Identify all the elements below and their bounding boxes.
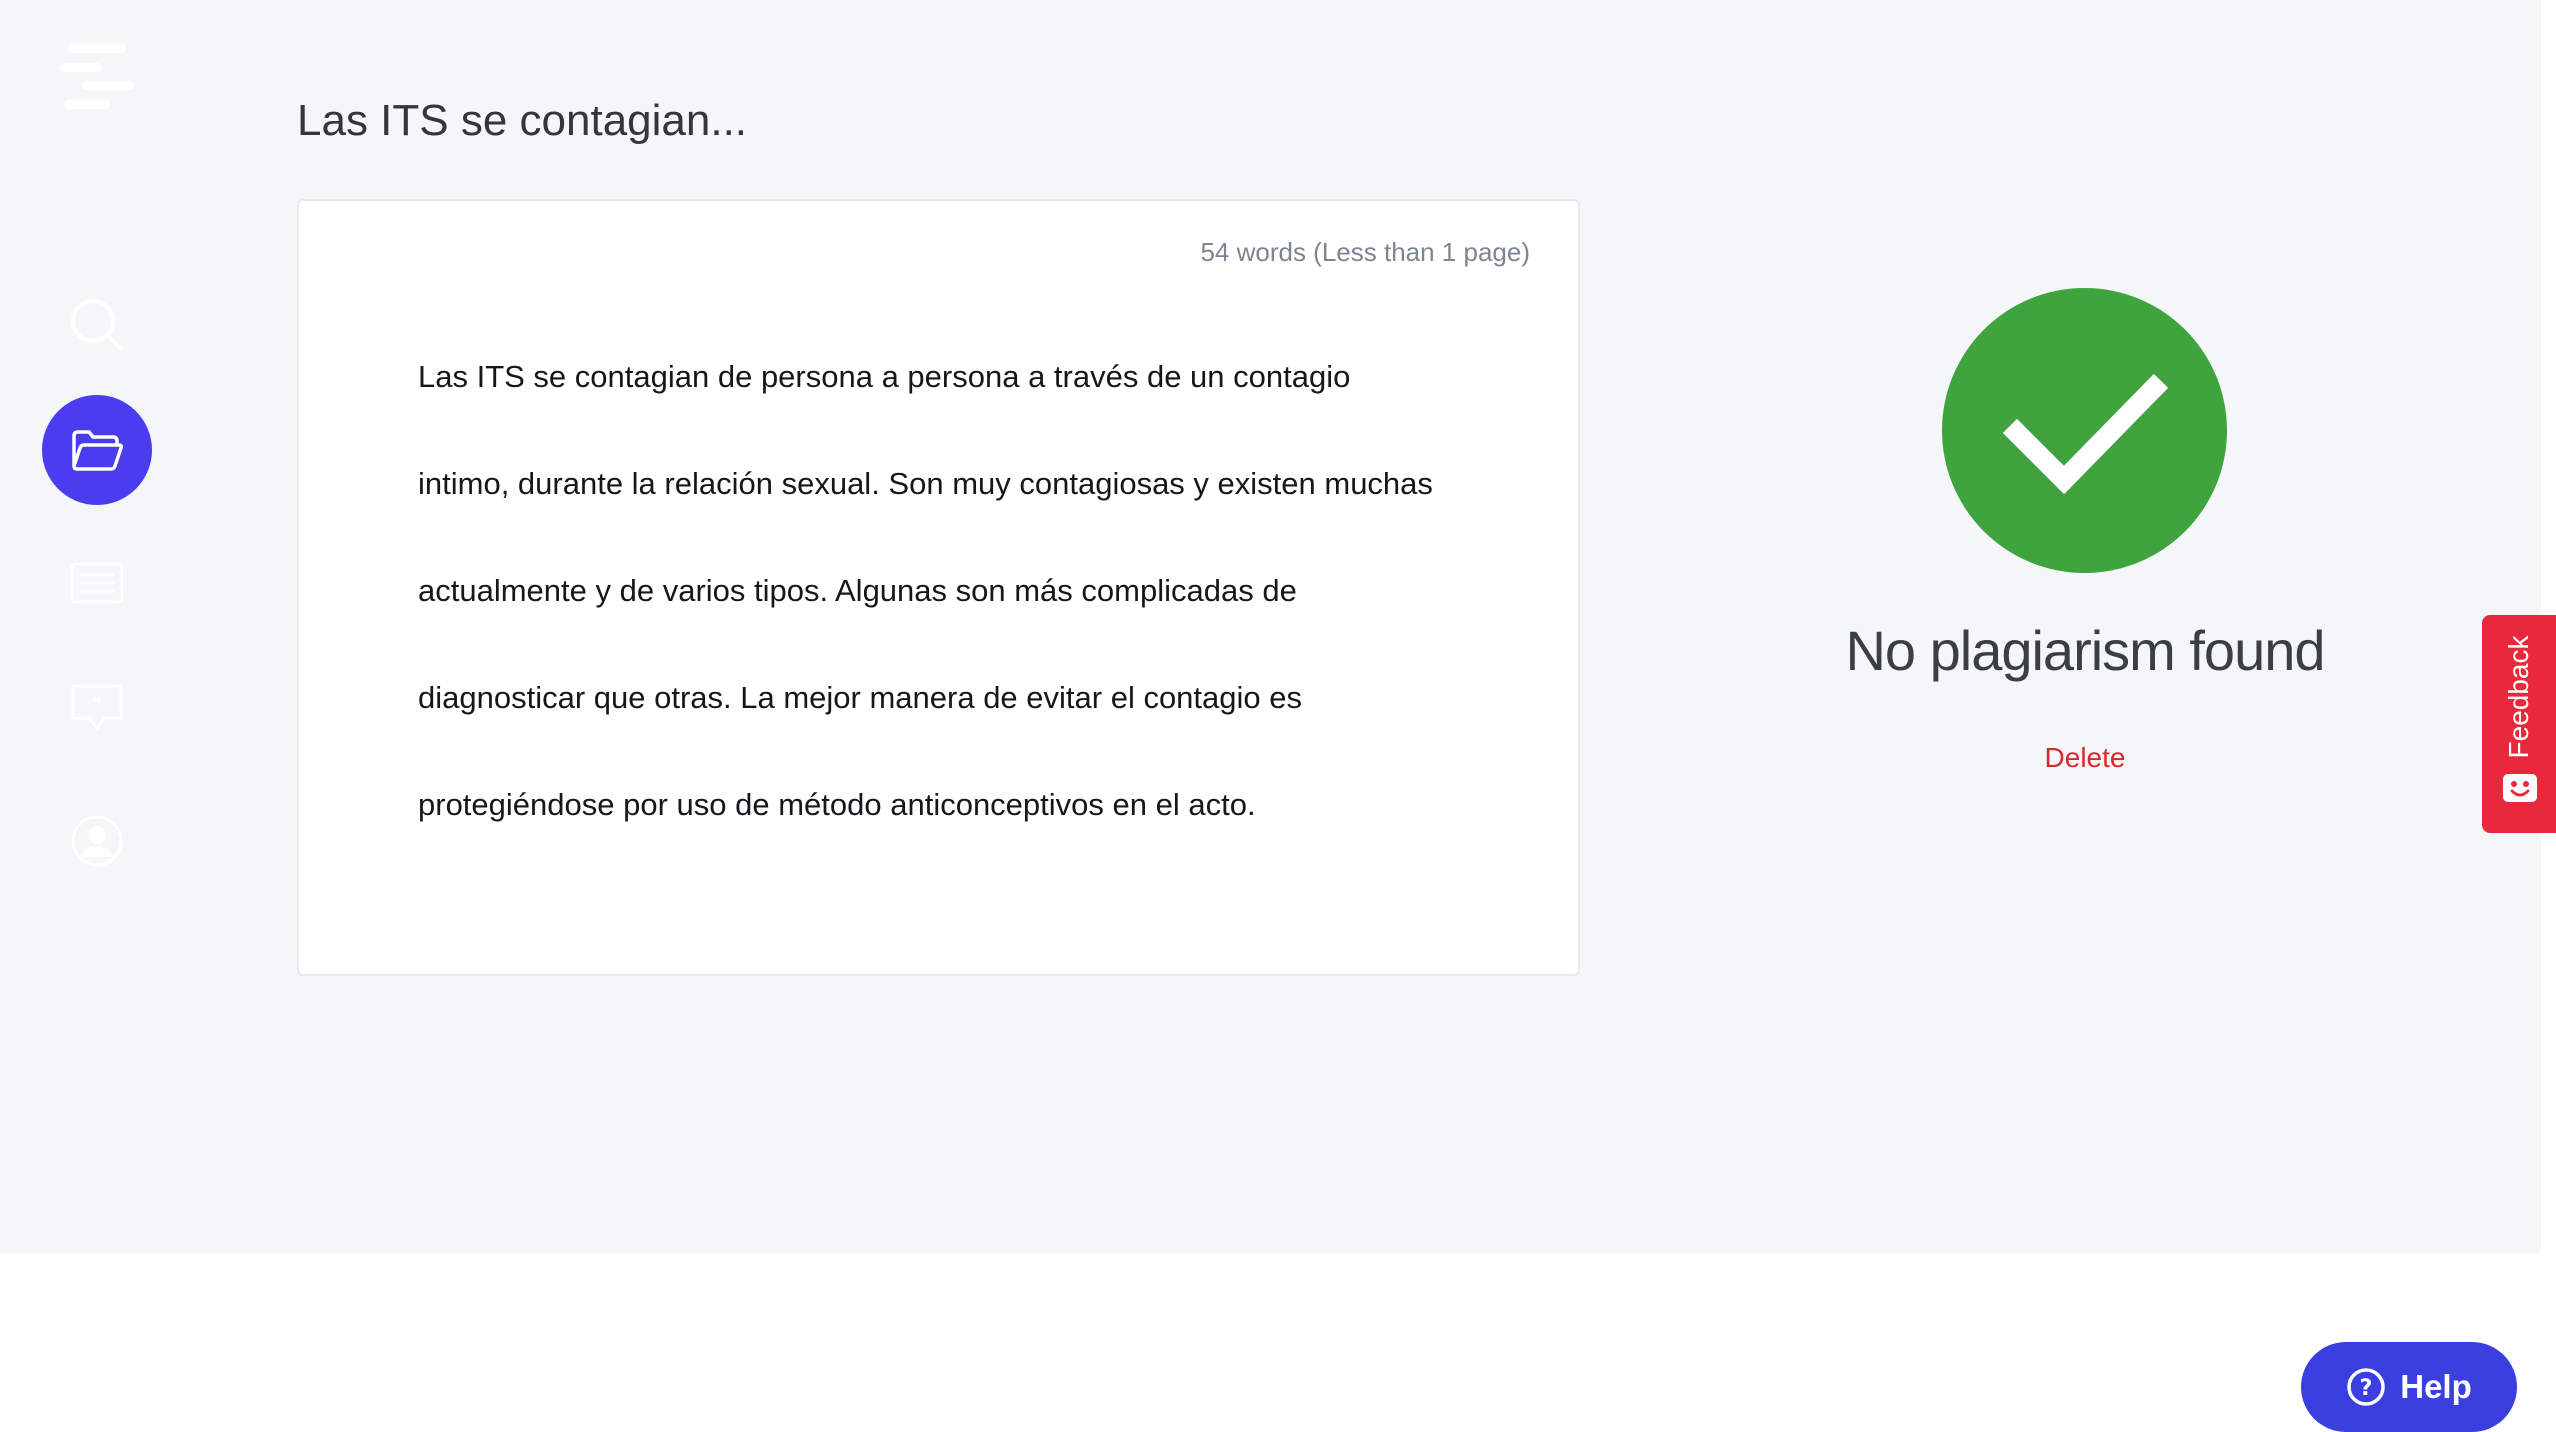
logo-icon[interactable] — [60, 44, 134, 110]
result-status-circle — [1942, 288, 2227, 573]
sidebar-item-documents[interactable] — [42, 395, 152, 505]
page-title: Las ITS se contagian... — [297, 96, 748, 145]
document-line: actualmente y de varios tipos. Algunas s… — [418, 573, 1297, 608]
sidebar-item-list[interactable] — [42, 528, 152, 638]
feedback-face-icon — [2503, 774, 2537, 802]
list-icon — [70, 562, 124, 604]
svg-text:❝: ❝ — [92, 691, 103, 715]
document-card: 54 words (Less than 1 page) Las ITS se c… — [297, 199, 1580, 976]
sidebar-item-account[interactable] — [42, 786, 152, 896]
folder-icon — [72, 430, 123, 471]
search-icon — [71, 299, 123, 351]
result-status-text: No plagiarism found — [1845, 619, 2325, 682]
svg-text:?: ? — [2360, 1376, 2373, 1401]
word-count: 54 words (Less than 1 page) — [1200, 237, 1530, 267]
checkmark-icon — [2002, 373, 2169, 495]
help-label: Help — [2400, 1368, 2472, 1405]
quote-bubble-icon: ❝ — [71, 684, 123, 731]
help-button[interactable]: ? Help — [2301, 1342, 2517, 1432]
user-icon — [71, 815, 123, 867]
help-icon: ? — [2347, 1368, 2385, 1406]
document-body: Las ITS se contagian de persona a person… — [418, 351, 1478, 858]
delete-button[interactable]: Delete — [1985, 742, 2185, 774]
feedback-tab[interactable]: Feedback — [2482, 615, 2556, 833]
document-line: intimo, durante la relación sexual. Son … — [418, 466, 1433, 501]
sidebar-item-search[interactable] — [42, 270, 152, 380]
document-line: diagnosticar que otras. La mejor manera … — [418, 680, 1302, 715]
document-line: protegiéndose por uso de método anticonc… — [418, 787, 1256, 822]
document-line: Las ITS se contagian de persona a person… — [418, 359, 1351, 394]
sidebar-item-quotes[interactable]: ❝ — [42, 654, 152, 764]
app-background: ❝ Las ITS se contagian... 54 words (Less… — [0, 0, 2541, 1254]
feedback-label: Feedback — [2503, 635, 2534, 759]
